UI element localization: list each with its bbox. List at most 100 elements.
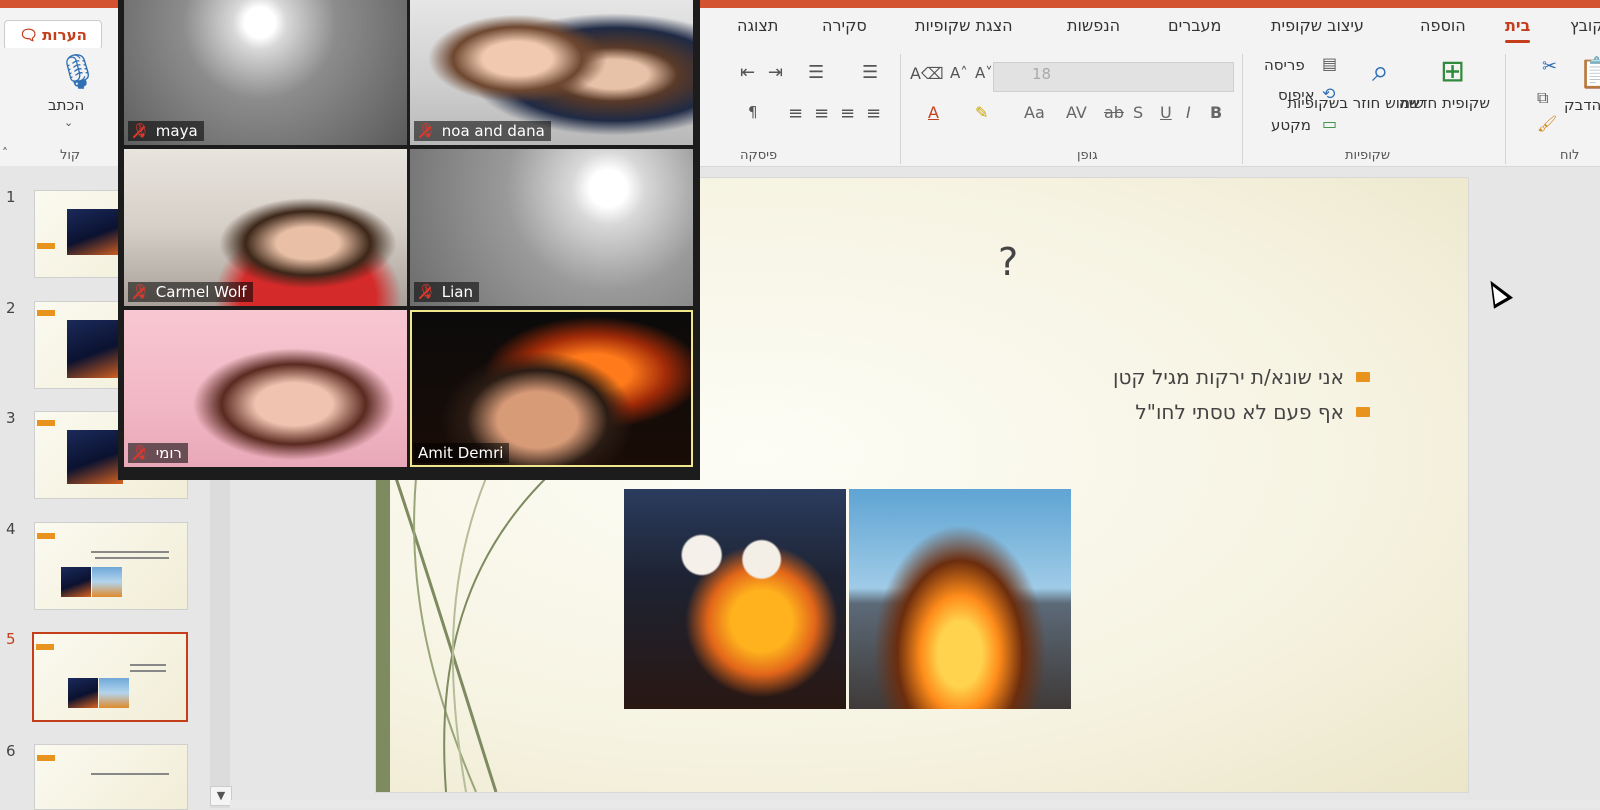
- justify-icon[interactable]: ≡: [866, 103, 881, 124]
- participant-name: maya: [155, 122, 198, 140]
- participant-name-tag: 🎙 Carmel Wolf: [128, 282, 253, 302]
- copy-icon[interactable]: ⧉: [1537, 88, 1548, 108]
- thumb-image: [99, 678, 129, 708]
- participant-tile[interactable]: 🎙 Lian: [410, 149, 693, 306]
- underline-icon[interactable]: U: [1160, 103, 1172, 122]
- thumb-text-line: [91, 551, 169, 553]
- highlight-icon[interactable]: ✎: [975, 103, 988, 122]
- group-label-clipboard: לוח: [1560, 148, 1580, 163]
- align-right-icon[interactable]: ≡: [840, 103, 855, 124]
- comments-button[interactable]: הערות 🗨: [4, 20, 102, 50]
- bullet-text: אף פעם לא טסתי לחו"ל: [1135, 400, 1344, 424]
- align-left-icon[interactable]: ≡: [788, 103, 803, 124]
- thumb-text-line: [91, 773, 169, 775]
- tab-transitions[interactable]: מעברים: [1168, 16, 1221, 35]
- participant-name-tag: 🎙 Lian: [414, 282, 480, 302]
- comment-icon: 🗨: [19, 26, 39, 44]
- bold-icon[interactable]: B: [1210, 103, 1222, 122]
- reuse-slides-label[interactable]: שימוש חוזר בשקופיות: [1287, 94, 1424, 113]
- tab-view[interactable]: תצוגה: [737, 16, 778, 35]
- participant-name: Carmel Wolf: [155, 283, 247, 301]
- participant-name-tag: 🎙 רומי: [128, 443, 188, 463]
- thumb-accent: [37, 243, 55, 249]
- slide-thumbnail-5[interactable]: [32, 632, 188, 722]
- thumb-text-line: [95, 557, 169, 559]
- status-area: [230, 800, 1600, 808]
- outdent-icon[interactable]: ⇤: [740, 62, 755, 83]
- tab-insert[interactable]: הוספה: [1420, 16, 1466, 35]
- thumb-image: [61, 567, 91, 597]
- bullet-text: אני שונא/ת ירקות מגיל קטן: [1113, 365, 1344, 389]
- cut-icon[interactable]: ✂: [1542, 56, 1557, 77]
- font-size-value[interactable]: 18: [1032, 65, 1051, 83]
- thumb-image: [67, 430, 123, 484]
- participant-name: Amit Demri: [418, 444, 504, 462]
- slide-number-selected: 5: [6, 630, 16, 648]
- format-painter-icon[interactable]: 🖌: [1537, 114, 1557, 133]
- group-label-font: גופן: [1077, 148, 1098, 163]
- slide-number: 2: [6, 299, 16, 317]
- char-spacing-icon[interactable]: AV: [1066, 103, 1087, 122]
- participant-tile-active-speaker[interactable]: Amit Demri: [410, 310, 693, 467]
- shrink-font-icon[interactable]: A˅: [975, 64, 993, 82]
- slide-bullet-2[interactable]: אף פעם לא טסתי לחו"ל: [1135, 400, 1370, 424]
- tab-home[interactable]: בית: [1505, 16, 1531, 43]
- tab-review[interactable]: סקירה: [822, 16, 867, 35]
- slide-bullet-1[interactable]: אני שונא/ת ירקות מגיל קטן: [1113, 365, 1370, 389]
- numbering-icon[interactable]: ☰: [862, 62, 878, 83]
- dictate-label[interactable]: הכתב: [48, 96, 84, 115]
- thumb-image: [67, 320, 123, 378]
- beach-fire-pit-photo[interactable]: [849, 489, 1071, 709]
- thumb-accent: [37, 533, 55, 539]
- section-icon: ▭: [1322, 114, 1338, 133]
- text-direction-icon[interactable]: ¶: [748, 103, 758, 121]
- section-button[interactable]: מקטע: [1271, 116, 1311, 135]
- strikethrough-icon[interactable]: ab: [1104, 103, 1124, 122]
- reset-icon: ⟲: [1322, 84, 1336, 103]
- italic-icon[interactable]: I: [1186, 103, 1191, 122]
- participant-tile[interactable]: 🎙 Carmel Wolf: [124, 149, 407, 306]
- slide-number: 3: [6, 409, 16, 427]
- mic-muted-icon: 🎙: [418, 123, 436, 139]
- new-slide-label[interactable]: שקופית חדשה: [1399, 94, 1490, 113]
- indent-icon[interactable]: ⇥: [768, 62, 783, 83]
- tab-slideshow[interactable]: הצגת שקופיות: [915, 16, 1013, 35]
- slide-thumbnail-4[interactable]: [34, 522, 188, 610]
- scroll-down-arrow-icon[interactable]: ▼: [210, 786, 232, 806]
- shadow-icon[interactable]: S: [1133, 103, 1143, 122]
- participant-name: רומי: [155, 444, 182, 462]
- font-color-icon[interactable]: A: [928, 103, 939, 122]
- new-slide-icon[interactable]: ⊞: [1440, 54, 1465, 89]
- participant-tile[interactable]: 🎙 noa and dana: [410, 0, 693, 145]
- tab-design[interactable]: עיצוב שקופית: [1271, 16, 1364, 35]
- reset-button[interactable]: איפוס: [1278, 86, 1315, 105]
- marshmallow-campfire-photo[interactable]: [624, 489, 846, 709]
- slide-thumbnail-6[interactable]: [34, 744, 188, 810]
- slide-title[interactable]: ?: [998, 240, 1018, 284]
- change-case-icon[interactable]: Aa: [1024, 103, 1045, 122]
- clear-format-icon[interactable]: A⌫: [910, 64, 944, 83]
- group-separator: [900, 54, 901, 164]
- participant-tile[interactable]: 🎙 רומי: [124, 310, 407, 467]
- bullet-marker-icon: [1356, 372, 1370, 382]
- video-gallery[interactable]: 🎙 maya 🎙 noa and dana 🎙 Carmel Wolf 🎙 Lian 🎙…: [118, 0, 700, 480]
- participant-name: Lian: [441, 283, 474, 301]
- layout-button[interactable]: פריסה: [1264, 56, 1305, 75]
- chevron-down-icon[interactable]: ⌄: [64, 116, 73, 129]
- tab-file[interactable]: קובץ: [1570, 16, 1600, 35]
- tab-animations[interactable]: הנפשות: [1067, 16, 1120, 35]
- collapse-ribbon-icon[interactable]: ˄: [2, 146, 8, 160]
- bullets-icon[interactable]: ☰: [808, 62, 824, 83]
- paste-icon[interactable]: 📋: [1578, 56, 1600, 91]
- reuse-slides-icon[interactable]: ⌕: [1372, 54, 1389, 89]
- paste-label[interactable]: הדבק: [1564, 96, 1600, 115]
- participant-name: noa and dana: [441, 122, 545, 140]
- grow-font-icon[interactable]: A˄: [950, 64, 968, 82]
- mic-muted-icon: 🎙: [132, 284, 150, 300]
- participant-tile[interactable]: 🎙 maya: [124, 0, 407, 145]
- microphone-icon[interactable]: 🎙: [56, 52, 99, 92]
- group-label-slides: שקופיות: [1345, 148, 1391, 163]
- font-name-box[interactable]: [993, 62, 1234, 92]
- align-center-icon[interactable]: ≡: [814, 103, 829, 124]
- thumb-accent: [36, 644, 54, 650]
